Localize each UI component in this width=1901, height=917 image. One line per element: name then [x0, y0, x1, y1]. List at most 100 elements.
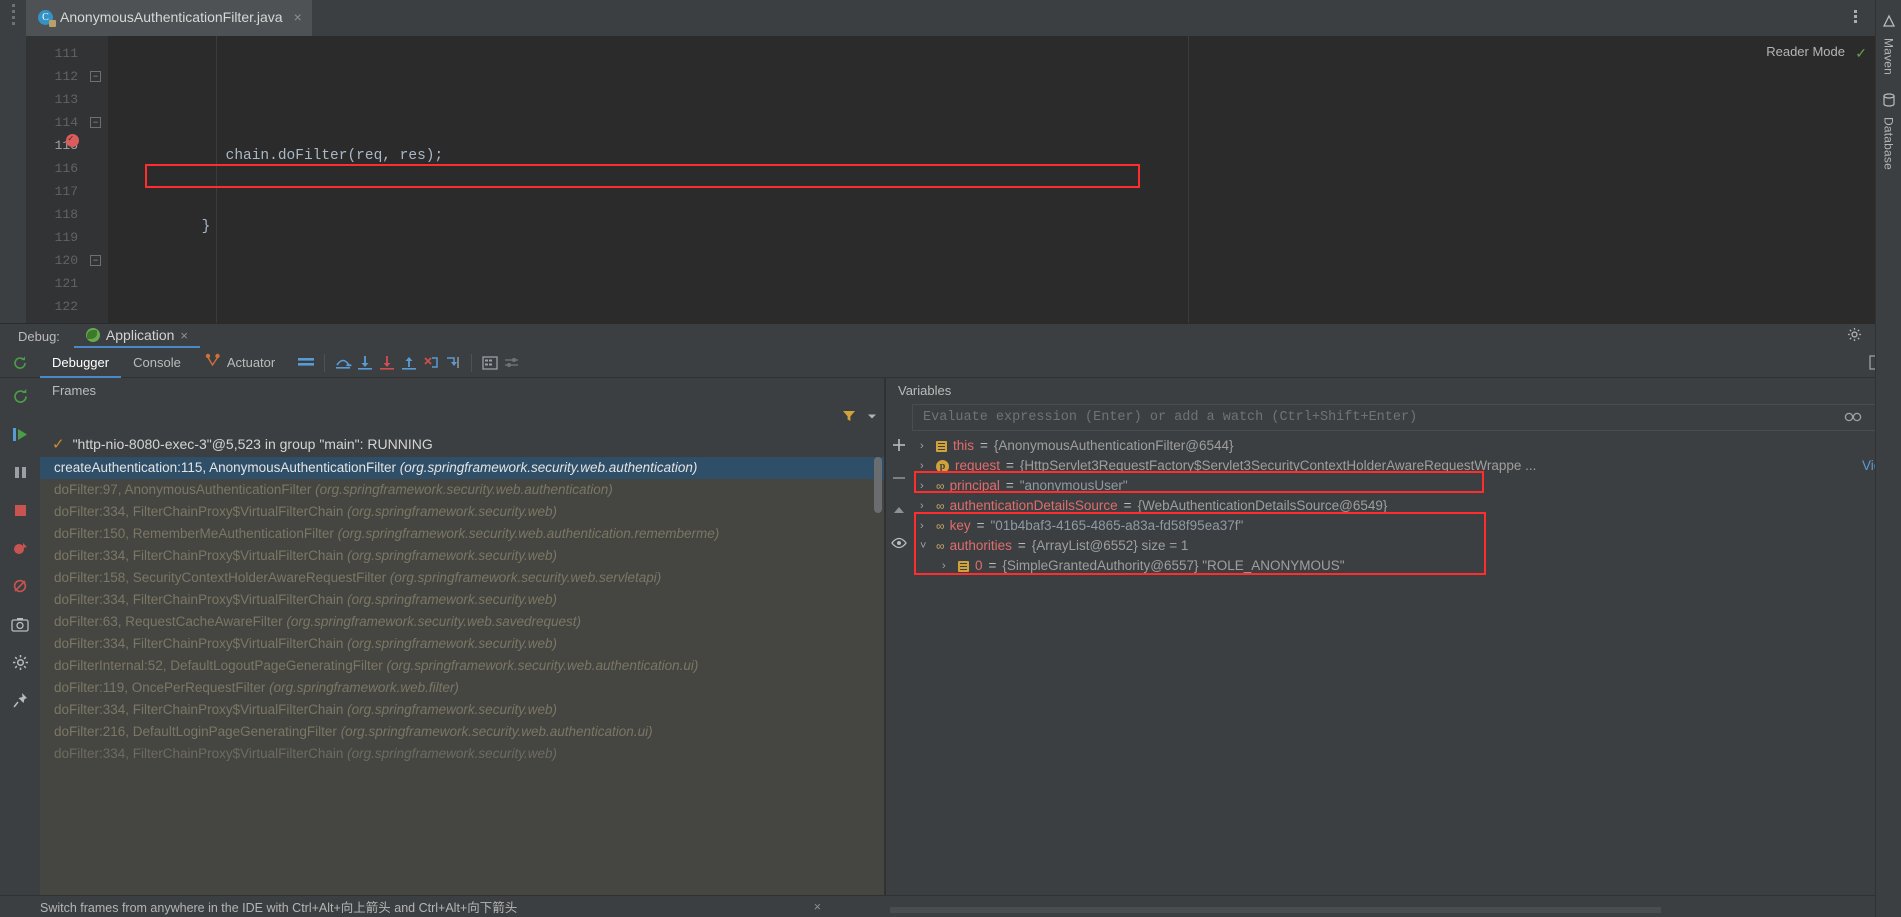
chevron-down-icon[interactable]	[866, 410, 878, 425]
line-number: 112	[54, 69, 78, 84]
settings-gear-icon[interactable]	[1847, 327, 1862, 345]
tab-debugger[interactable]: Debugger	[40, 348, 122, 378]
list-field-icon	[958, 560, 969, 572]
fold-marker[interactable]: −	[86, 249, 108, 272]
frame-row[interactable]: createAuthentication:115, AnonymousAuthe…	[40, 457, 884, 479]
code-token: (req, res);	[347, 148, 444, 164]
line-number: 118	[54, 207, 78, 222]
close-icon[interactable]: ×	[180, 328, 188, 343]
editor-tab-anonymousauthenticationfilter[interactable]: C AnonymousAuthenticationFilter.java ×	[26, 0, 312, 36]
collapse-arrow-icon[interactable]: ˅	[920, 536, 930, 556]
filter-icon[interactable]	[842, 409, 856, 426]
variables-tree[interactable]: › this = {AnonymousAuthenticationFilter@…	[912, 431, 1901, 895]
equals-sign: =	[1005, 478, 1014, 493]
code-text-area[interactable]: chain.doFilter(req, res); } protected Au…	[108, 36, 1901, 323]
variable-row-key[interactable]: › ∞ key = "01b4baf3-4165-4865-a83a-fd58f…	[912, 516, 1901, 536]
tab-console[interactable]: Console	[121, 348, 193, 378]
view-breakpoints-icon[interactable]	[8, 536, 32, 560]
line-number: 121	[54, 276, 78, 291]
list-field-icon	[936, 440, 947, 452]
screenshot-icon[interactable]	[8, 612, 32, 636]
variables-pane: Variables Evaluate expression (Enter) or…	[886, 378, 1901, 895]
step-over-icon[interactable]	[332, 352, 354, 374]
settings-icon[interactable]	[8, 650, 32, 674]
code-line-112: }	[108, 193, 1901, 235]
tool-window-maven[interactable]: Maven	[1882, 38, 1896, 75]
variables-title: Variables	[898, 383, 952, 398]
code-token: chain.	[225, 148, 278, 164]
expand-arrow-icon[interactable]: ›	[920, 456, 930, 476]
evaluate-expression-icon[interactable]	[479, 352, 501, 374]
actuator-icon	[205, 348, 221, 378]
thread-row[interactable]: ✓ "http-nio-8080-exec-3"@5,523 in group …	[40, 430, 884, 457]
variable-name: 0	[975, 558, 983, 573]
pause-icon[interactable]	[8, 460, 32, 484]
rerun-icon[interactable]	[8, 384, 32, 408]
pin-icon[interactable]	[8, 688, 32, 712]
expand-arrow-icon[interactable]: ›	[920, 496, 930, 516]
debug-window-header: Debug: Application ×	[0, 324, 1901, 348]
move-up-icon[interactable]	[892, 504, 906, 521]
variables-horizontal-scrollbar[interactable]	[890, 907, 1661, 913]
local-variable-icon: ∞	[936, 539, 945, 553]
debugger-toolbar: Debugger Console Actuator	[0, 348, 1901, 378]
step-out-icon[interactable]	[398, 352, 420, 374]
rerun-debug-icon[interactable]	[0, 355, 40, 371]
variable-row-this[interactable]: › this = {AnonymousAuthenticationFilter@…	[912, 436, 1901, 456]
frames-list[interactable]: createAuthentication:115, AnonymousAuthe…	[40, 457, 884, 895]
stop-icon[interactable]	[8, 498, 32, 522]
debugger-body: Frames ✓ "http-nio-8080-exec-3"@5,523 in…	[0, 378, 1901, 895]
variable-name: authorities	[949, 538, 1012, 553]
expand-arrow-icon[interactable]: ›	[920, 476, 930, 496]
more-options-icon[interactable]	[1854, 8, 1857, 25]
variable-row-request[interactable]: › p request = {HttpServlet3RequestFactor…	[912, 456, 1901, 476]
tool-window-database[interactable]: Database	[1882, 117, 1896, 170]
expand-arrow-icon[interactable]: ›	[920, 516, 930, 536]
expand-arrow-icon[interactable]: ›	[942, 556, 952, 576]
step-into-icon[interactable]	[354, 352, 376, 374]
frames-pane: Frames ✓ "http-nio-8080-exec-3"@5,523 in…	[40, 378, 885, 895]
breakpoint-icon[interactable]	[66, 134, 79, 147]
expand-arrow-icon[interactable]: ›	[920, 436, 930, 456]
variable-value: {WebAuthenticationDetailsSource@6549}	[1137, 498, 1388, 513]
watch-eye-icon[interactable]	[891, 537, 907, 552]
add-watch-icon[interactable]	[892, 438, 906, 455]
frame-row[interactable]: doFilter:334, FilterChainProxy$VirtualFi…	[40, 743, 884, 765]
debug-label: Debug:	[18, 328, 60, 344]
remove-watch-icon[interactable]	[892, 471, 906, 488]
variable-row-principal[interactable]: › ∞ principal = "anonymousUser"	[912, 476, 1901, 496]
mute-breakpoints-icon[interactable]	[8, 574, 32, 598]
resume-program-icon[interactable]	[8, 422, 32, 446]
fold-marker[interactable]: −	[86, 111, 108, 134]
evaluate-expression-input[interactable]: Evaluate expression (Enter) or add a wat…	[912, 404, 1895, 431]
tab-actuator[interactable]: Actuator	[193, 348, 287, 378]
frame-package: (org.springframework.security.web)	[347, 746, 557, 761]
variable-value: {HttpServlet3RequestFactory$Servlet3Secu…	[1019, 458, 1537, 473]
force-step-into-icon[interactable]	[376, 352, 398, 374]
settings-sliders-icon[interactable]	[501, 352, 523, 374]
fold-marker[interactable]: −	[86, 65, 108, 88]
close-icon[interactable]: ×	[290, 9, 302, 25]
editor-horizontal-scrollbar[interactable]	[216, 314, 1871, 321]
debug-session-tab-application[interactable]: Application ×	[73, 324, 201, 348]
reader-mode-label[interactable]: Reader Mode	[1766, 44, 1845, 59]
code-folding-gutter[interactable]: − − −	[86, 36, 108, 323]
ide-window: C AnonymousAuthenticationFilter.java × 1…	[0, 0, 1901, 917]
drop-frame-icon[interactable]	[420, 352, 442, 374]
line-number: 114	[54, 115, 78, 130]
frames-vertical-scrollbar[interactable]	[874, 457, 882, 513]
variable-row-authorities-0[interactable]: › 0 = {SimpleGrantedAuthority@6557} "ROL…	[912, 556, 1901, 576]
equals-sign: =	[1123, 498, 1132, 513]
layout-icon[interactable]	[295, 352, 317, 374]
frame-method: doFilter:334, FilterChainProxy$VirtualFi…	[54, 746, 344, 761]
variable-name: authenticationDetailsSource	[949, 498, 1118, 513]
variable-row-authenticationdetailssource[interactable]: › ∞ authenticationDetailsSource = {WebAu…	[912, 496, 1901, 516]
variable-value: {AnonymousAuthenticationFilter@6544}	[993, 438, 1234, 453]
thread-label: "http-nio-8080-exec-3"@5,523 in group "m…	[72, 435, 433, 452]
line-number-gutter[interactable]: 111 112 113 114 115 116 117 118 119 120 …	[26, 36, 86, 323]
link-icon[interactable]	[1844, 410, 1862, 425]
close-icon[interactable]: ×	[814, 900, 821, 914]
run-to-cursor-icon[interactable]	[442, 352, 464, 374]
variable-row-authorities[interactable]: ˅ ∞ authorities = {ArrayList@6552} size …	[912, 536, 1901, 556]
